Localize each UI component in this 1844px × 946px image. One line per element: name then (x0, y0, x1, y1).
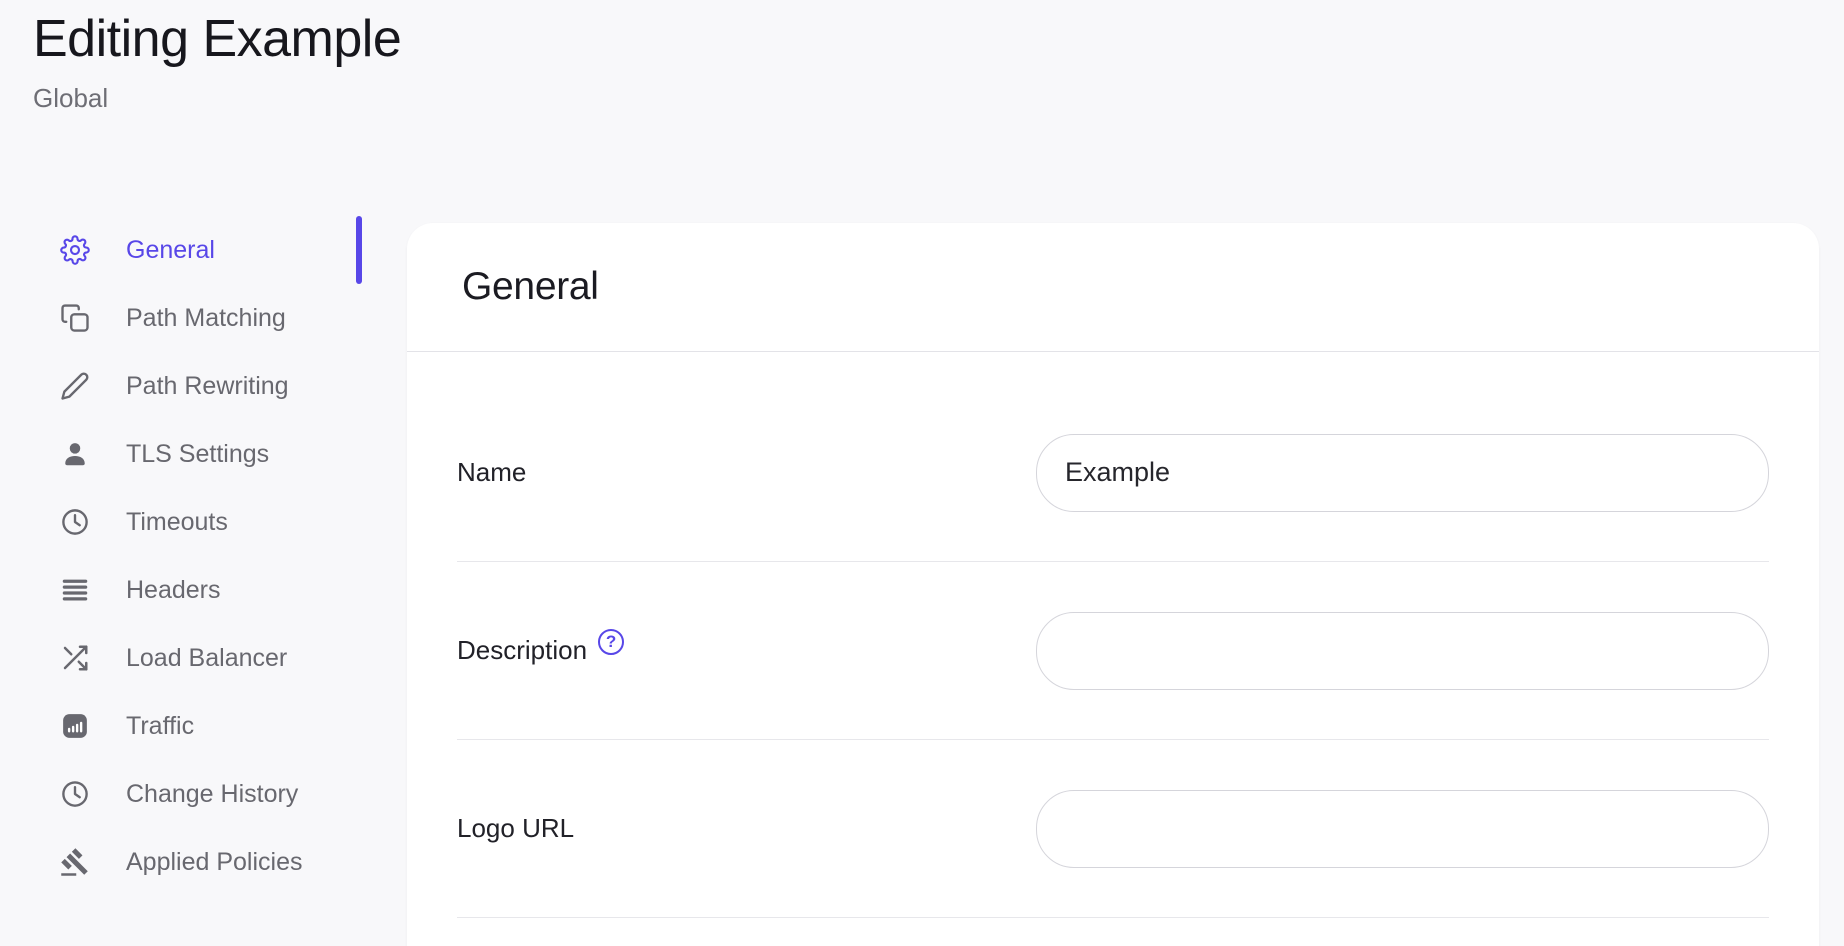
sidebar-item-label: TLS Settings (126, 440, 269, 469)
sidebar-item[interactable]: Headers (33, 556, 362, 624)
field-label-wrap: Logo URL (457, 813, 574, 844)
field-label-wrap: Name (457, 457, 526, 488)
copy-icon (60, 303, 90, 333)
help-icon[interactable]: ? (598, 629, 624, 655)
field-input[interactable] (1036, 434, 1769, 512)
card-body: Name Description ? Logo URL (407, 352, 1819, 918)
clock-icon (60, 779, 90, 809)
field-label-wrap: Description ? (457, 635, 624, 666)
sidebar-item[interactable]: Load Balancer (33, 624, 362, 692)
gear-icon (60, 235, 90, 265)
shuffle-icon (60, 643, 90, 673)
sidebar-item-label: Applied Policies (126, 848, 303, 877)
sidebar-item[interactable]: General (33, 216, 362, 284)
user-icon (60, 439, 90, 469)
sidebar-item-label: General (126, 236, 215, 265)
sidebar-item-label: Traffic (126, 712, 194, 741)
sidebar-item[interactable]: Change History (33, 760, 362, 828)
sidebar-item-label: Headers (126, 576, 221, 605)
field-label: Name (457, 457, 526, 488)
sidebar-item[interactable]: TLS Settings (33, 420, 362, 488)
page-title: Editing Example (33, 6, 401, 72)
sidebar-item-label: Load Balancer (126, 644, 287, 673)
content-card: General Name Description ? Logo URL (407, 223, 1819, 946)
form-row: Description ? (457, 562, 1769, 740)
form-row: Logo URL (457, 740, 1769, 918)
list-icon (60, 575, 90, 605)
form-row: Name (457, 384, 1769, 562)
sidebar-item[interactable]: Timeouts (33, 488, 362, 556)
sidebar-item[interactable]: Path Matching (33, 284, 362, 352)
page-subtitle: Global (33, 82, 108, 114)
field-label: Description (457, 635, 587, 666)
sidebar-item[interactable]: Applied Policies (33, 828, 362, 896)
sidebar-item[interactable]: Traffic (33, 692, 362, 760)
sidebar-item-label: Path Rewriting (126, 372, 289, 401)
clock-icon (60, 507, 90, 537)
active-indicator-bar (356, 216, 362, 284)
sidebar-item-label: Timeouts (126, 508, 228, 537)
gavel-icon (60, 847, 90, 877)
bar-chart-icon (60, 711, 90, 741)
sidebar-item-label: Path Matching (126, 304, 286, 333)
card-header: General (407, 223, 1819, 352)
field-input[interactable] (1036, 790, 1769, 868)
sidebar-item[interactable]: Path Rewriting (33, 352, 362, 420)
sidebar-item-label: Change History (126, 780, 298, 809)
settings-sidebar: General Path Matching Path Rewriting TLS… (33, 216, 362, 896)
field-input[interactable] (1036, 612, 1769, 690)
section-heading: General (462, 265, 599, 309)
pencil-icon (60, 371, 90, 401)
field-label: Logo URL (457, 813, 574, 844)
